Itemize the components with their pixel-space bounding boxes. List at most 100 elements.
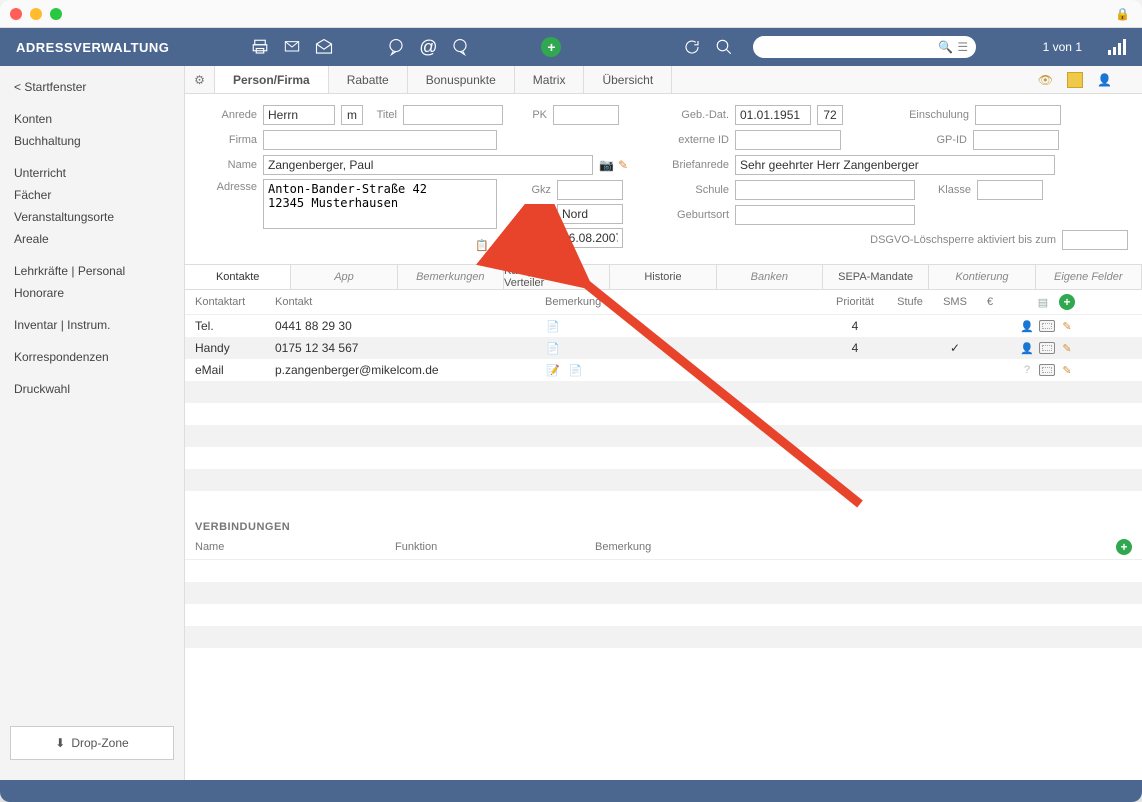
eye-icon[interactable]: 👁 xyxy=(1038,73,1053,87)
lock-icon: 🔒 xyxy=(1115,7,1130,21)
action-keyboard-icon[interactable] xyxy=(1039,342,1055,354)
close-window-button[interactable] xyxy=(10,8,22,20)
input-klasse[interactable] xyxy=(977,180,1043,200)
refresh-icon[interactable] xyxy=(681,38,703,56)
input-areal[interactable] xyxy=(557,204,623,224)
sidebar-item-lehrkraefte[interactable]: Lehrkräfte | Personal xyxy=(0,260,184,282)
subtab-kategorien[interactable]: Kategorien & Verteiler xyxy=(504,265,610,289)
sidebar-item-areale[interactable]: Areale xyxy=(0,228,184,250)
sidebar-item-unterricht[interactable]: Unterricht xyxy=(0,162,184,184)
action-edit-icon[interactable]: ✎ xyxy=(1059,341,1075,355)
input-einschulung[interactable] xyxy=(975,105,1061,125)
sidebar-item-faecher[interactable]: Fächer xyxy=(0,184,184,206)
maximize-window-button[interactable] xyxy=(50,8,62,20)
compose-icon[interactable]: 📝 xyxy=(545,363,561,377)
input-gkz[interactable] xyxy=(557,180,623,200)
doc-icon[interactable]: 📄 xyxy=(568,363,584,377)
subtab-bemerkungen[interactable]: Bemerkungen xyxy=(398,265,504,289)
sidebar-back[interactable]: < Startfenster xyxy=(0,76,184,98)
camera-icon[interactable]: 📷 xyxy=(599,158,614,172)
input-firma[interactable] xyxy=(263,130,497,150)
input-titel[interactable] xyxy=(403,105,503,125)
sidebar-item-inventar[interactable]: Inventar | Instrum. xyxy=(0,314,184,336)
action-help-icon[interactable]: ? xyxy=(1019,363,1035,377)
input-adresse[interactable] xyxy=(263,179,497,229)
app-message-icon[interactable] xyxy=(449,38,471,56)
add-connection-button[interactable]: + xyxy=(1116,539,1132,555)
app-header: ADRESSVERWALTUNG @ + 🔍 ☰ 1 von 1 xyxy=(0,28,1142,66)
sidebar-item-druckwahl[interactable]: Druckwahl xyxy=(0,378,184,400)
input-1kont[interactable] xyxy=(557,228,623,248)
input-externeid[interactable] xyxy=(735,130,841,150)
add-contact-button[interactable]: + xyxy=(1059,294,1075,310)
col-stufe: Stufe xyxy=(885,296,935,308)
search-box[interactable]: 🔍 ☰ xyxy=(753,36,976,58)
add-record-button[interactable]: + xyxy=(541,37,561,57)
footer-bar xyxy=(0,780,1142,802)
search-person-icon[interactable] xyxy=(713,38,735,56)
action-edit-icon[interactable]: ✎ xyxy=(1059,363,1075,377)
input-geburtsort[interactable] xyxy=(735,205,915,225)
tab-person-firma[interactable]: Person/Firma xyxy=(215,66,329,93)
action-person-icon[interactable]: 👤 xyxy=(1019,341,1035,355)
input-name[interactable] xyxy=(263,155,593,175)
sidebar-item-buchhaltung[interactable]: Buchhaltung xyxy=(0,130,184,152)
label-dsgvo: DSGVO-Löschsperre aktiviert bis zum xyxy=(870,234,1056,246)
clipboard-icon[interactable]: 📋 xyxy=(475,240,489,252)
input-age[interactable] xyxy=(817,105,843,125)
sidebar-item-honorare[interactable]: Honorare xyxy=(0,282,184,304)
subtab-app[interactable]: App xyxy=(291,265,397,289)
col-conn-bemerkung: Bemerkung xyxy=(595,541,1112,553)
connections-header: Name Funktion Bemerkung + xyxy=(185,535,1142,560)
input-gender[interactable] xyxy=(341,105,363,125)
email-at-icon[interactable]: @ xyxy=(417,38,439,56)
subtab-eigene[interactable]: Eigene Felder xyxy=(1036,265,1142,289)
action-person-icon[interactable]: 👤 xyxy=(1019,319,1035,333)
input-anrede[interactable] xyxy=(263,105,335,125)
action-keyboard-icon[interactable] xyxy=(1039,320,1055,332)
subtab-banken[interactable]: Banken xyxy=(717,265,823,289)
drop-zone[interactable]: ⬇ Drop-Zone xyxy=(10,726,174,760)
mail-icon[interactable] xyxy=(281,38,303,56)
person-icon[interactable]: 👤 xyxy=(1097,73,1112,87)
sticky-note-icon[interactable] xyxy=(1067,72,1083,88)
input-gebdat[interactable] xyxy=(735,105,811,125)
label-briefanrede: Briefanrede xyxy=(669,159,729,171)
tab-uebersicht[interactable]: Übersicht xyxy=(584,66,672,93)
search-icon[interactable]: 🔍 xyxy=(938,40,953,54)
input-dsgvo[interactable] xyxy=(1062,230,1128,250)
list-icon[interactable]: ☰ xyxy=(957,40,968,54)
tab-bonuspunkte[interactable]: Bonuspunkte xyxy=(408,66,515,93)
contact-row[interactable]: Handy 0175 12 34 567 📄 4 ✓ 👤 ✎ xyxy=(185,337,1142,359)
subtab-kontakte[interactable]: Kontakte xyxy=(185,265,291,289)
input-gpid[interactable] xyxy=(973,130,1059,150)
edit-name-icon[interactable]: ✎ xyxy=(618,158,628,172)
input-briefanrede[interactable] xyxy=(735,155,1055,175)
action-edit-icon[interactable]: ✎ xyxy=(1059,319,1075,333)
sidebar-item-orte[interactable]: Veranstaltungsorte xyxy=(0,206,184,228)
sidebar: < Startfenster Konten Buchhaltung Unterr… xyxy=(0,66,185,780)
tab-matrix[interactable]: Matrix xyxy=(515,66,585,93)
subtab-kontierung[interactable]: Kontierung xyxy=(929,265,1035,289)
tab-rabatte[interactable]: Rabatte xyxy=(329,66,408,93)
label-firma: Firma xyxy=(199,134,257,146)
sidebar-item-konten[interactable]: Konten xyxy=(0,108,184,130)
subtab-sepa[interactable]: SEPA-Mandate xyxy=(823,265,929,289)
subtab-historie[interactable]: Historie xyxy=(610,265,716,289)
sidebar-item-korresp[interactable]: Korrespondenzen xyxy=(0,346,184,368)
mail-open-icon[interactable] xyxy=(313,38,335,56)
minimize-window-button[interactable] xyxy=(30,8,42,20)
search-input[interactable] xyxy=(761,40,938,55)
contact-row[interactable]: Tel. 0441 88 29 30 📄 4 👤 ✎ xyxy=(185,315,1142,337)
contact-row[interactable]: eMail p.zangenberger@mikelcom.de 📝 📄 ? ✎ xyxy=(185,359,1142,381)
doc-icon[interactable]: 📄 xyxy=(545,341,561,355)
input-schule[interactable] xyxy=(735,180,915,200)
action-keyboard-icon[interactable] xyxy=(1039,364,1055,376)
print-icon[interactable] xyxy=(249,38,271,56)
sms-icon[interactable] xyxy=(385,38,407,56)
gear-icon[interactable]: ⚙ xyxy=(185,66,215,93)
input-pk[interactable] xyxy=(553,105,619,125)
list-view-icon[interactable]: ▤ xyxy=(1035,295,1051,309)
doc-icon[interactable]: 📄 xyxy=(545,319,561,333)
contacts-header: Kontaktart Kontakt Bemerkung Priorität S… xyxy=(185,290,1142,315)
